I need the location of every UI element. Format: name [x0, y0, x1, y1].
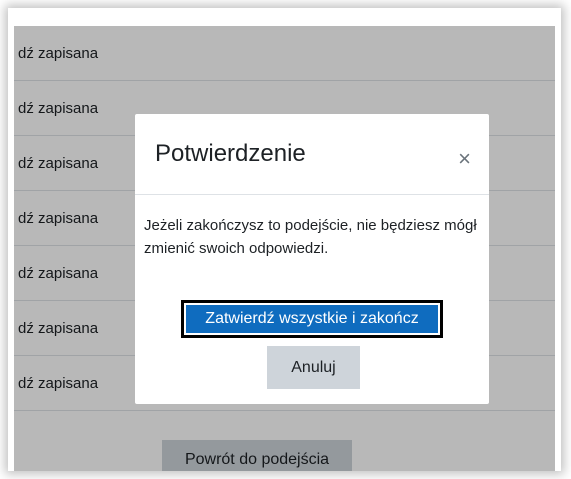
submit-all-and-finish-button[interactable]: Zatwierdź wszystkie i zakończ [181, 300, 443, 338]
dialog-message: Jeżeli zakończysz to podejście, nie będz… [144, 217, 477, 257]
cancel-button[interactable]: Anuluj [267, 346, 360, 389]
close-icon[interactable]: × [458, 148, 471, 170]
quiz-summary-page: dź zapisana dź zapisana dź zapisana dź z… [14, 26, 555, 471]
confirmation-dialog: Potwierdzenie × Jeżeli zakończysz to pod… [135, 114, 489, 404]
dialog-title: Potwierdzenie [155, 140, 306, 167]
dialog-header: Potwierdzenie × [135, 114, 489, 195]
screenshot-frame: dź zapisana dź zapisana dź zapisana dź z… [8, 8, 561, 471]
